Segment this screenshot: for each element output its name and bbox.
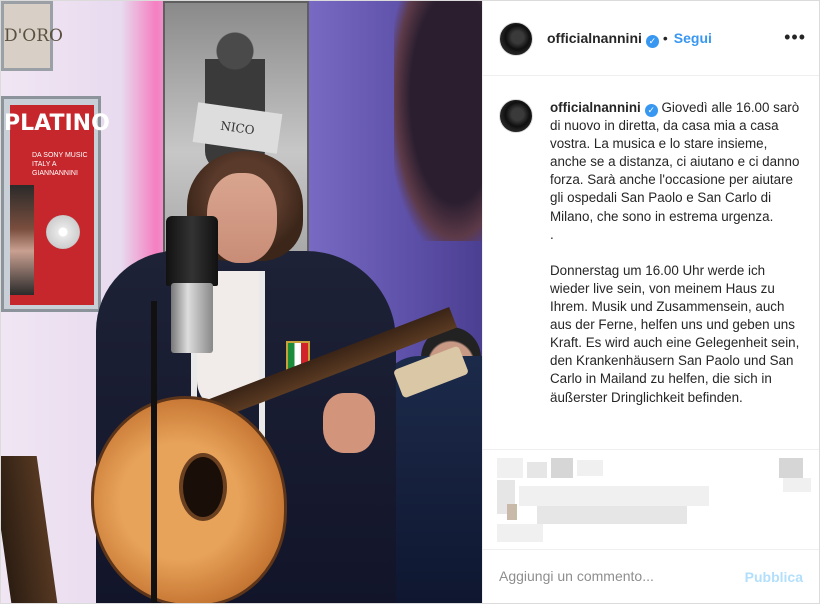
guitar-soundhole [179,453,227,521]
blurred-date-text [497,524,543,542]
comment-bar: Pubblica [483,549,819,603]
blurred-share-icon[interactable] [551,458,573,478]
caption-username[interactable]: officialnannini [550,100,641,115]
post-side-panel: officialnannini ✓ • Segui ••• officialnanni… [482,1,819,603]
header-user-line: officialnannini ✓ • Segui [547,30,712,48]
caption-body: officialnannini ✓ Giovedì alle 16.00 sarò… [550,99,805,407]
post-photo[interactable]: D'ORO PLATINO DA SONY MUSIC ITALY A GIAN… [1,1,482,603]
wall-portrait [394,1,482,241]
separator-dot: • [662,30,668,46]
singer-hand [323,393,375,453]
gold-record-frame: D'ORO [1,1,63,71]
doro-text: D'ORO [4,26,63,46]
platinum-plaque: PLATINO DA SONY MUSIC ITALY A GIANNANNIN… [4,105,110,305]
platino-text: PLATINO [4,111,110,136]
more-options-icon[interactable]: ••• [784,27,806,48]
blurred-likes-text [537,506,687,524]
post-header: officialnannini ✓ • Segui ••• [483,1,819,76]
blurred-comment-icon[interactable] [527,462,547,478]
publish-button[interactable]: Pubblica [745,569,803,585]
mic-stand [151,301,157,603]
background-guitar [1,456,58,603]
microphone-body [166,216,218,286]
verified-badge-icon: ✓ [645,35,659,48]
instagram-post-modal: D'ORO PLATINO DA SONY MUSIC ITALY A GIAN… [0,0,820,604]
blurred-like-icon[interactable] [497,458,523,478]
blurred-block [783,478,811,492]
blurred-save-icon[interactable] [779,458,803,478]
header-username[interactable]: officialnannini [547,30,642,46]
caption-verified-icon: ✓ [644,104,658,117]
blurred-block [577,460,603,476]
blurred-block [507,504,517,520]
follow-button[interactable]: Segui [674,30,712,46]
pixelated-action-area [483,449,819,550]
avatar[interactable] [499,22,533,56]
platino-subtext: DA SONY MUSIC ITALY A GIANNANNINI [32,152,88,177]
cd-disc [46,215,80,249]
microphone-grille [171,283,213,353]
caption-text: Giovedì alle 16.00 sarò di nuovo in dire… [550,100,800,405]
blurred-likes-text [519,486,709,506]
platinum-record-frame: PLATINO DA SONY MUSIC ITALY A GIANNANNIN… [1,96,110,312]
plaque-photo [10,185,34,295]
caption-avatar[interactable] [499,99,533,133]
comment-input[interactable] [499,568,729,584]
